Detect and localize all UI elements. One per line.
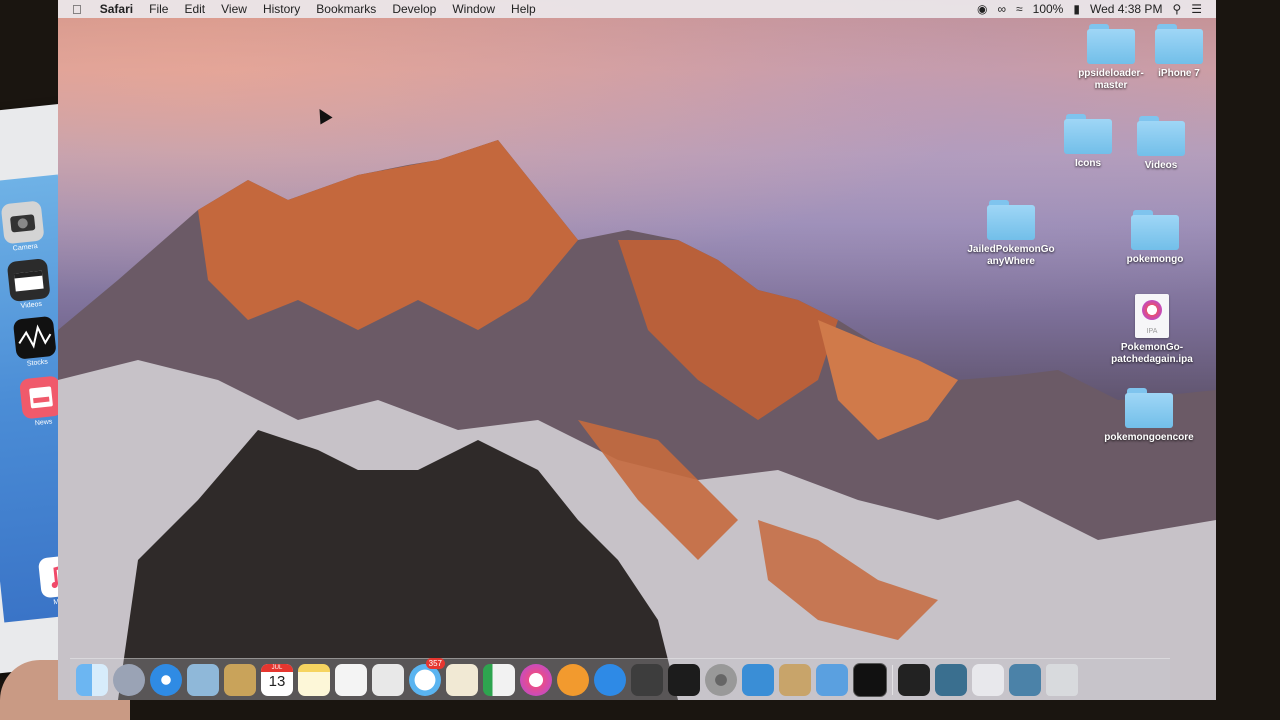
itunes-icon[interactable] xyxy=(520,663,552,696)
notes-icon[interactable] xyxy=(298,663,330,696)
safari-icon[interactable] xyxy=(150,663,182,696)
reminders-icon[interactable] xyxy=(335,663,367,696)
system-preferences-icon[interactable] xyxy=(705,663,737,696)
desktop-icon-label: pokemongoencore xyxy=(1104,432,1194,443)
desktop-folder-iphone7[interactable]: iPhone 7 xyxy=(1133,24,1216,80)
desktop-icon-label: JailedPokemonGoanyWhere xyxy=(967,244,1055,267)
desktop-file-pokemongo-ipa[interactable]: IPA PokemonGo-patchedagain.ipa xyxy=(1106,294,1198,366)
apple-menu-icon[interactable]:  xyxy=(58,2,92,17)
folder-icon xyxy=(1137,116,1185,156)
desktop-icon-label: iPhone 7 xyxy=(1158,68,1200,79)
preview-doc-icon[interactable] xyxy=(972,663,1004,696)
photo-booth-icon[interactable] xyxy=(631,663,663,696)
ipa-file-type-label: IPA xyxy=(1146,328,1158,335)
desktop-icon-label: PokemonGo-patchedagain.ipa xyxy=(1111,342,1193,365)
mac-desktop:  Safari File Edit View History Bookmark… xyxy=(58,0,1216,700)
menu-bar:  Safari File Edit View History Bookmark… xyxy=(58,0,1216,18)
clock[interactable]: Wed 4:38 PM xyxy=(1090,2,1162,16)
stocks-app-icon xyxy=(12,315,57,360)
bluetooth-icon[interactable]: ∞ xyxy=(997,2,1006,16)
folder-icon xyxy=(1125,388,1173,428)
desktop-folder-jailedpokemongo[interactable]: JailedPokemonGoanyWhere xyxy=(965,200,1057,268)
clips-app-icon xyxy=(6,258,51,303)
spotlight-search-icon[interactable]: ⚲ xyxy=(1172,2,1181,16)
menu-window[interactable]: Window xyxy=(444,0,503,18)
folder-icon xyxy=(1131,210,1179,250)
final-cut-icon[interactable] xyxy=(668,663,700,696)
menu-help[interactable]: Help xyxy=(503,0,544,18)
desktop-icon-label: pokemongo xyxy=(1126,254,1184,265)
wifi-icon[interactable]: ≈ xyxy=(1016,2,1023,16)
news-app-icon xyxy=(19,375,63,420)
photos-icon[interactable] xyxy=(372,663,404,696)
app-store-icon[interactable] xyxy=(594,663,626,696)
desktop-icon-label: Videos xyxy=(1144,160,1178,171)
desktop-folder-videos[interactable]: Videos xyxy=(1115,116,1207,172)
dock: JUL 13 357 xyxy=(70,657,1170,700)
messages-icon[interactable]: 357 xyxy=(409,657,445,696)
folder-icon xyxy=(987,200,1035,240)
desktop-folder-pokemongo[interactable]: pokemongo xyxy=(1109,210,1201,266)
menu-edit[interactable]: Edit xyxy=(176,0,213,18)
screen-share-icon[interactable] xyxy=(935,663,967,696)
finder-icon[interactable] xyxy=(76,663,108,696)
menu-app-name[interactable]: Safari xyxy=(92,0,141,18)
calendar-month: JUL xyxy=(261,663,293,672)
menu-develop[interactable]: Develop xyxy=(384,0,444,18)
battery-percent[interactable]: 100% xyxy=(1033,2,1064,16)
xcode-instruments-icon[interactable] xyxy=(816,663,848,696)
terminal-icon[interactable] xyxy=(853,662,887,697)
desktop-folder-pokemongoencore[interactable]: pokemongoencore xyxy=(1103,388,1195,444)
menu-extras: ◉ ∞ ≈ 100% ▮ Wed 4:38 PM ⚲ ☰ xyxy=(977,2,1216,16)
screen-share-2-icon[interactable] xyxy=(1009,663,1041,696)
launchpad-icon[interactable] xyxy=(113,663,145,696)
calendar-icon[interactable]: JUL 13 xyxy=(261,663,293,696)
keychain-icon[interactable] xyxy=(779,663,811,696)
preview-icon[interactable] xyxy=(187,663,219,696)
numbers-icon[interactable] xyxy=(483,663,515,696)
folder-icon xyxy=(1155,24,1203,64)
folder-icon xyxy=(1087,24,1135,64)
xcode-icon[interactable] xyxy=(742,663,774,696)
menu-file[interactable]: File xyxy=(141,0,176,18)
folder-icon xyxy=(1064,114,1112,154)
calendar-day: 13 xyxy=(268,672,286,690)
textedit-icon[interactable] xyxy=(446,663,478,696)
battery-icon[interactable]: ▮ xyxy=(1073,2,1080,16)
messages-badge: 357 xyxy=(425,657,445,669)
document-icon[interactable] xyxy=(898,663,930,696)
beats-icon[interactable]: ◉ xyxy=(977,2,987,16)
ibooks-icon[interactable] xyxy=(557,663,589,696)
contacts-icon[interactable] xyxy=(224,663,256,696)
ipa-file-icon: IPA xyxy=(1135,294,1169,338)
menu-view[interactable]: View xyxy=(213,0,255,18)
notification-center-icon[interactable]: ☰ xyxy=(1191,2,1202,16)
dock-separator xyxy=(892,664,893,695)
camera-app-icon xyxy=(0,200,45,245)
menu-bookmarks[interactable]: Bookmarks xyxy=(308,0,384,18)
wallpaper-mountains xyxy=(58,140,1216,700)
menu-history[interactable]: History xyxy=(255,0,308,18)
trash-icon[interactable] xyxy=(1046,663,1078,696)
